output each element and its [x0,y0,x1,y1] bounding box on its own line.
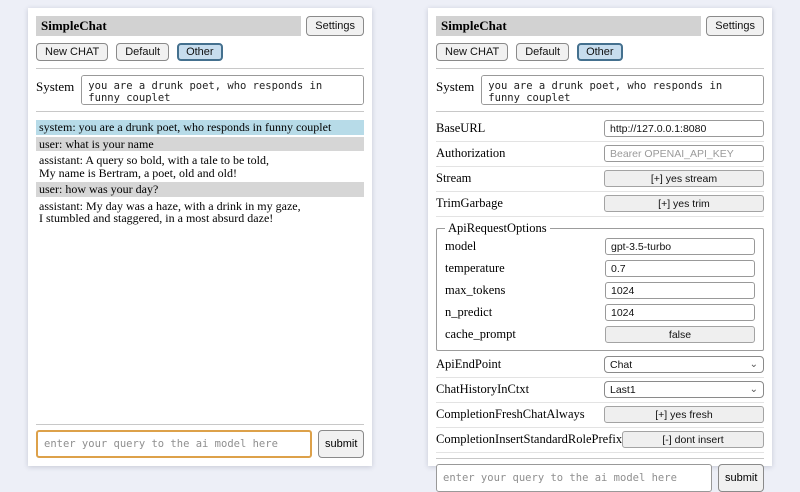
setting-row-model: model [445,236,755,258]
baseurl-input[interactable] [604,120,764,137]
system-prompt-input[interactable]: you are a drunk poet, who responds in fu… [81,75,364,105]
app-title: SimpleChat [436,16,701,36]
setting-label: n_predict [445,305,492,320]
divider [436,458,764,459]
setting-row-n-predict: n_predict [445,302,755,324]
session-tab-other[interactable]: Other [177,43,223,61]
query-input[interactable] [436,464,712,492]
selected-option: Chat [610,359,632,371]
setting-label: BaseURL [436,121,485,136]
header: SimpleChat Settings [36,16,364,36]
completion-insert-toggle-button[interactable]: [-] dont insert [622,431,764,448]
model-input[interactable] [605,238,755,255]
setting-row-trimgarbage: TrimGarbage [+] yes trim [436,192,764,217]
setting-row-authorization: Authorization [436,142,764,167]
chevron-down-icon: ⌄ [750,360,758,370]
chevron-down-icon: ⌄ [750,385,758,395]
submit-button[interactable]: submit [318,430,364,458]
setting-row-max-tokens: max_tokens [445,280,755,302]
n-predict-input[interactable] [605,304,755,321]
api-request-options-legend: ApiRequestOptions [445,221,550,236]
setting-label: temperature [445,261,505,276]
setting-label: CompletionInsertStandardRolePrefix [436,432,622,447]
chat-message-list: system: you are a drunk poet, who respon… [36,120,364,228]
app-title: SimpleChat [36,16,301,36]
temperature-input[interactable] [605,260,755,277]
authorization-input[interactable] [604,145,764,162]
system-prompt-input[interactable]: you are a drunk poet, who responds in fu… [481,75,764,105]
settings-panel: SimpleChat Settings New CHAT Default Oth… [428,8,772,466]
system-prompt-label: System [36,75,74,105]
header: SimpleChat Settings [436,16,764,36]
session-tab-default[interactable]: Default [516,43,569,61]
setting-row-completioninsertstandardroleprefix: CompletionInsertStandardRolePrefix [-] d… [436,428,764,453]
setting-row-baseurl: BaseURL [436,117,764,142]
empty-space [36,228,364,420]
setting-row-temperature: temperature [445,258,755,280]
divider [36,424,364,425]
query-input[interactable] [36,430,312,458]
setting-row-apiendpoint: ApiEndPoint Chat ⌄ [436,353,764,378]
divider [36,68,364,69]
chat-message-assistant: assistant: A query so bold, with a tale … [36,153,364,180]
chat-message-assistant: assistant: My day was a haze, with a dri… [36,199,364,226]
divider [436,68,764,69]
setting-label: model [445,239,476,254]
chat-panel: SimpleChat Settings New CHAT Default Oth… [28,8,372,466]
setting-row-completionfreshchatalways: CompletionFreshChatAlways [+] yes fresh [436,403,764,428]
query-row: submit [36,430,364,458]
setting-row-stream: Stream [+] yes stream [436,167,764,192]
settings-button[interactable]: Settings [706,16,764,36]
setting-label: TrimGarbage [436,196,503,211]
chat-message-user: user: what is your name [36,137,364,152]
submit-button[interactable]: submit [718,464,764,492]
new-chat-button[interactable]: New CHAT [436,43,508,61]
chat-message-system: system: you are a drunk poet, who respon… [36,120,364,135]
setting-label: Authorization [436,146,505,161]
cache-prompt-toggle-button[interactable]: false [605,326,755,343]
setting-row-cache-prompt: cache_prompt false [445,324,755,346]
setting-label: ChatHistoryInCtxt [436,382,529,397]
session-tab-other[interactable]: Other [577,43,623,61]
max-tokens-input[interactable] [605,282,755,299]
system-prompt-label: System [436,75,474,105]
selected-option: Last1 [610,384,636,396]
chat-history-select[interactable]: Last1 ⌄ [604,381,764,398]
setting-label: Stream [436,171,471,186]
new-chat-button[interactable]: New CHAT [36,43,108,61]
api-request-options-group: ApiRequestOptions model temperature max_… [436,221,764,351]
api-endpoint-select[interactable]: Chat ⌄ [604,356,764,373]
setting-label: cache_prompt [445,327,516,342]
setting-label: CompletionFreshChatAlways [436,407,585,422]
trimgarbage-toggle-button[interactable]: [+] yes trim [604,195,764,212]
completion-fresh-toggle-button[interactable]: [+] yes fresh [604,406,764,423]
stream-toggle-button[interactable]: [+] yes stream [604,170,764,187]
system-prompt-row: System you are a drunk poet, who respond… [36,75,364,105]
setting-label: ApiEndPoint [436,357,501,372]
setting-label: max_tokens [445,283,505,298]
session-toolbar: New CHAT Default Other [36,43,364,61]
chat-message-user: user: how was your day? [36,182,364,197]
session-tab-default[interactable]: Default [116,43,169,61]
settings-button[interactable]: Settings [306,16,364,36]
divider [36,111,364,112]
setting-row-chathistoryinctxt: ChatHistoryInCtxt Last1 ⌄ [436,378,764,403]
session-toolbar: New CHAT Default Other [436,43,764,61]
divider [436,111,764,112]
system-prompt-row: System you are a drunk poet, who respond… [436,75,764,105]
query-row: submit [436,464,764,492]
